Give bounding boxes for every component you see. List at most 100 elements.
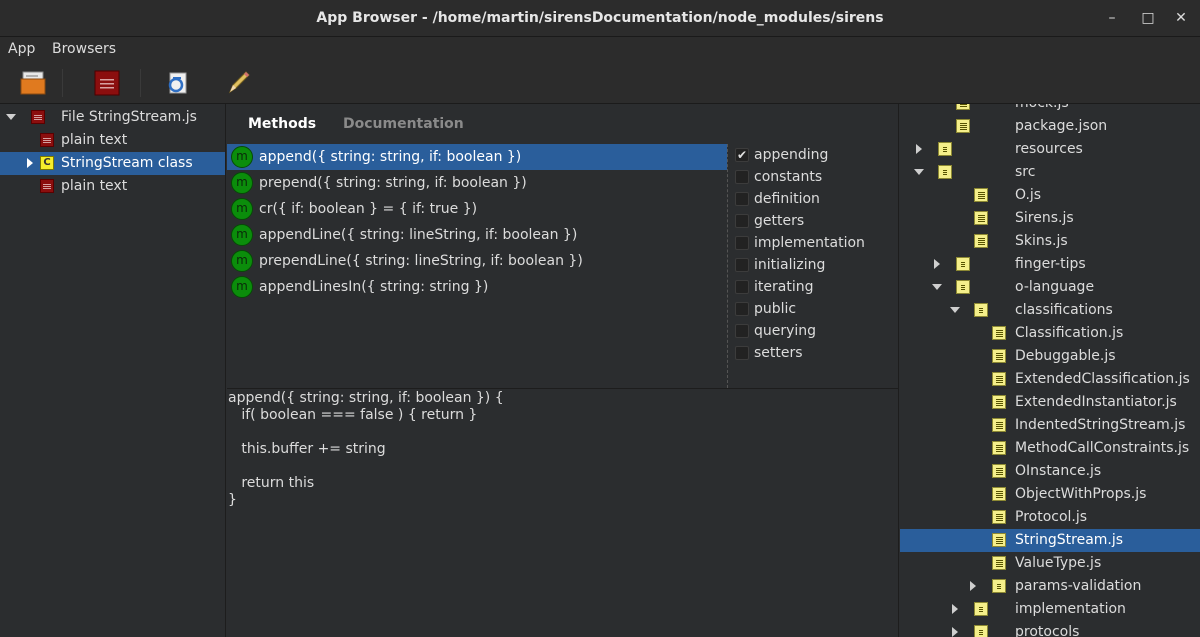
tree-file[interactable]: IndentedStringStream.js [900,414,1200,437]
open-folder-icon[interactable] [18,69,48,97]
category-label: querying [754,323,817,339]
method-item[interactable]: m prepend({ string: string, if: boolean … [227,170,727,196]
tree-file[interactable]: ExtendedInstantiator.js [900,391,1200,414]
tree-item-label: mock.js [1015,104,1069,115]
tree-item-label: params-validation [1015,578,1142,594]
tab-documentation[interactable]: Documentation [343,104,464,143]
js-file-icon [992,556,1006,570]
pane-divider[interactable] [727,144,728,388]
js-file-icon [992,487,1006,501]
pencil-icon[interactable] [224,69,254,97]
source-code-editor[interactable]: append({ string: string, if: boolean }) … [227,390,898,637]
tree-file[interactable]: ValueType.js [900,552,1200,575]
tree-file[interactable]: ObjectWithProps.js [900,483,1200,506]
js-file-icon [992,326,1006,340]
tree-file[interactable]: O.js [900,184,1200,207]
tree-item-label: O.js [1015,187,1042,203]
tree-file[interactable]: ExtendedClassification.js [900,368,1200,391]
maximize-button[interactable]: □ [1139,9,1157,27]
checkbox[interactable] [735,258,749,272]
tree-file[interactable]: Debuggable.js [900,345,1200,368]
method-label: prepend({ string: string, if: boolean }) [259,175,527,191]
method-item[interactable]: m cr({ if: boolean } = { if: true }) [227,196,727,222]
tree-file[interactable]: StringStream.js [900,529,1200,552]
class-icon: C [40,156,54,170]
expander-down-icon[interactable] [950,305,960,315]
tree-file[interactable]: Classification.js [900,322,1200,345]
expander-right-icon[interactable] [950,604,960,614]
pane-divider[interactable] [227,388,898,389]
red-file-icon [31,110,45,124]
tree-folder[interactable]: finger-tips [900,253,1200,276]
menu-app[interactable]: App [8,41,35,57]
tree-folder[interactable]: resources [900,138,1200,161]
checkbox[interactable] [735,302,749,316]
expander-right-icon[interactable] [968,581,978,591]
category-label: setters [754,345,803,361]
tree-item-plain-text[interactable]: plain text [0,175,225,198]
method-label: cr({ if: boolean } = { if: true }) [259,201,478,217]
tree-item-label: ExtendedClassification.js [1015,371,1190,387]
method-item[interactable]: m appendLinesIn({ string: string }) [227,274,727,300]
checkbox[interactable]: ✔ [735,148,749,162]
checkbox[interactable] [735,346,749,360]
expander-right-icon[interactable] [932,259,942,269]
minimize-button[interactable]: – [1103,9,1121,27]
js-file-icon [992,372,1006,386]
tree-file[interactable]: package.json [900,115,1200,138]
checkbox[interactable] [735,214,749,228]
folder-icon [938,142,952,156]
method-item[interactable]: m prependLine({ string: lineString, if: … [227,248,727,274]
tree-item-file[interactable]: File StringStream.js [0,106,225,129]
tree-folder[interactable]: protocols [900,621,1200,637]
tree-folder[interactable]: params-validation [900,575,1200,598]
tab-methods[interactable]: Methods [248,104,316,143]
tree-item-label: File StringStream.js [61,109,197,125]
checkbox[interactable] [735,170,749,184]
category-label: public [754,301,797,317]
folder-icon [974,303,988,317]
tree-file[interactable]: mock.js [900,104,1200,115]
tree-item-plain-text[interactable]: plain text [0,129,225,152]
tree-file[interactable]: MethodCallConstraints.js [900,437,1200,460]
tree-item-label: ValueType.js [1015,555,1102,571]
checkbox[interactable] [735,324,749,338]
tree-item-class[interactable]: C StringStream class [0,152,225,175]
tree-item-label: o-language [1015,279,1095,295]
js-file-icon [992,349,1006,363]
expander-right-icon[interactable] [25,158,35,168]
tree-file[interactable]: OInstance.js [900,460,1200,483]
expander-right-icon[interactable] [950,627,960,637]
method-label: prependLine({ string: lineString, if: bo… [259,253,583,269]
tree-folder[interactable]: classifications [900,299,1200,322]
tree-folder[interactable]: o-language [900,276,1200,299]
checkbox[interactable] [735,236,749,250]
tree-file[interactable]: Skins.js [900,230,1200,253]
class-file-icon[interactable] [92,69,122,97]
file-tree-panel: mock.js package.json resources src O.js Siren… [900,104,1200,637]
expander-down-icon[interactable] [932,282,942,292]
js-file-icon [992,533,1006,547]
tree-item-label: classifications [1015,302,1113,318]
menu-browsers[interactable]: Browsers [52,41,116,57]
expander-down-icon[interactable] [914,167,924,177]
js-file-icon [974,211,988,225]
checkbox[interactable] [735,192,749,206]
tree-folder[interactable]: implementation [900,598,1200,621]
category-label: implementation [754,235,865,251]
expander-right-icon[interactable] [914,144,924,154]
method-item[interactable]: m append({ string: string, if: boolean }… [227,144,727,170]
tree-item-label: IndentedStringStream.js [1015,417,1186,433]
tree-item-label: StringStream.js [1015,532,1124,548]
tree-file[interactable]: Sirens.js [900,207,1200,230]
refresh-icon[interactable] [163,69,193,97]
close-button[interactable]: ✕ [1172,9,1190,27]
method-item[interactable]: m appendLine({ string: lineString, if: b… [227,222,727,248]
tree-folder[interactable]: src [900,161,1200,184]
tree-item-label: plain text [61,178,128,194]
tree-file[interactable]: Protocol.js [900,506,1200,529]
tree-item-label: src [1015,164,1036,180]
expander-down-icon[interactable] [6,112,16,122]
tab-bar: Methods Documentation [227,104,726,143]
checkbox[interactable] [735,280,749,294]
